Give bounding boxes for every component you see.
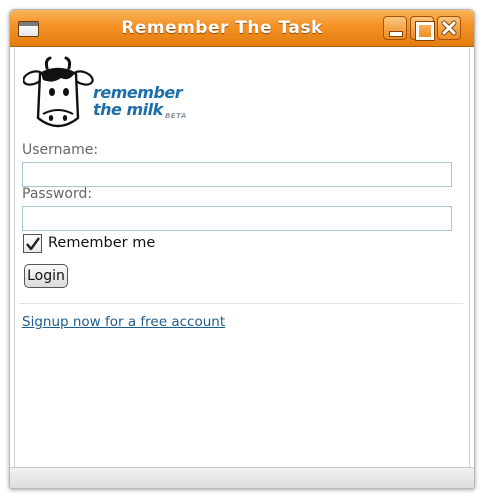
remember-me-label[interactable]: Remember me: [48, 235, 155, 251]
signup-link[interactable]: Signup now for a free account: [22, 314, 225, 330]
remember-me-checkbox[interactable]: [23, 234, 42, 253]
login-button[interactable]: Login: [24, 264, 68, 288]
password-field[interactable]: [22, 206, 452, 231]
beta-badge: BETA: [165, 112, 187, 120]
remember-the-milk-logo: remember the milk BETA: [23, 56, 193, 134]
username-field[interactable]: [22, 162, 452, 187]
logo-line-1: remember: [93, 83, 183, 102]
checkmark-icon: [26, 237, 40, 251]
divider: [19, 303, 463, 304]
cow-icon: [23, 56, 94, 128]
username-label: Username:: [22, 142, 99, 158]
window-title: Remember The Task: [121, 18, 323, 38]
minimize-icon[interactable]: [383, 16, 407, 40]
title-bar[interactable]: Remember The Task: [10, 10, 474, 47]
app-window: Remember The Task remember the milk BETA…: [9, 9, 475, 489]
window-bottom-edge: [10, 467, 474, 488]
maximize-icon[interactable]: [410, 16, 435, 41]
window-menu-icon[interactable]: [18, 21, 39, 37]
close-icon[interactable]: [437, 16, 461, 40]
password-label: Password:: [22, 186, 93, 202]
window-content: remember the milk BETA Username: Passwor…: [14, 48, 470, 468]
